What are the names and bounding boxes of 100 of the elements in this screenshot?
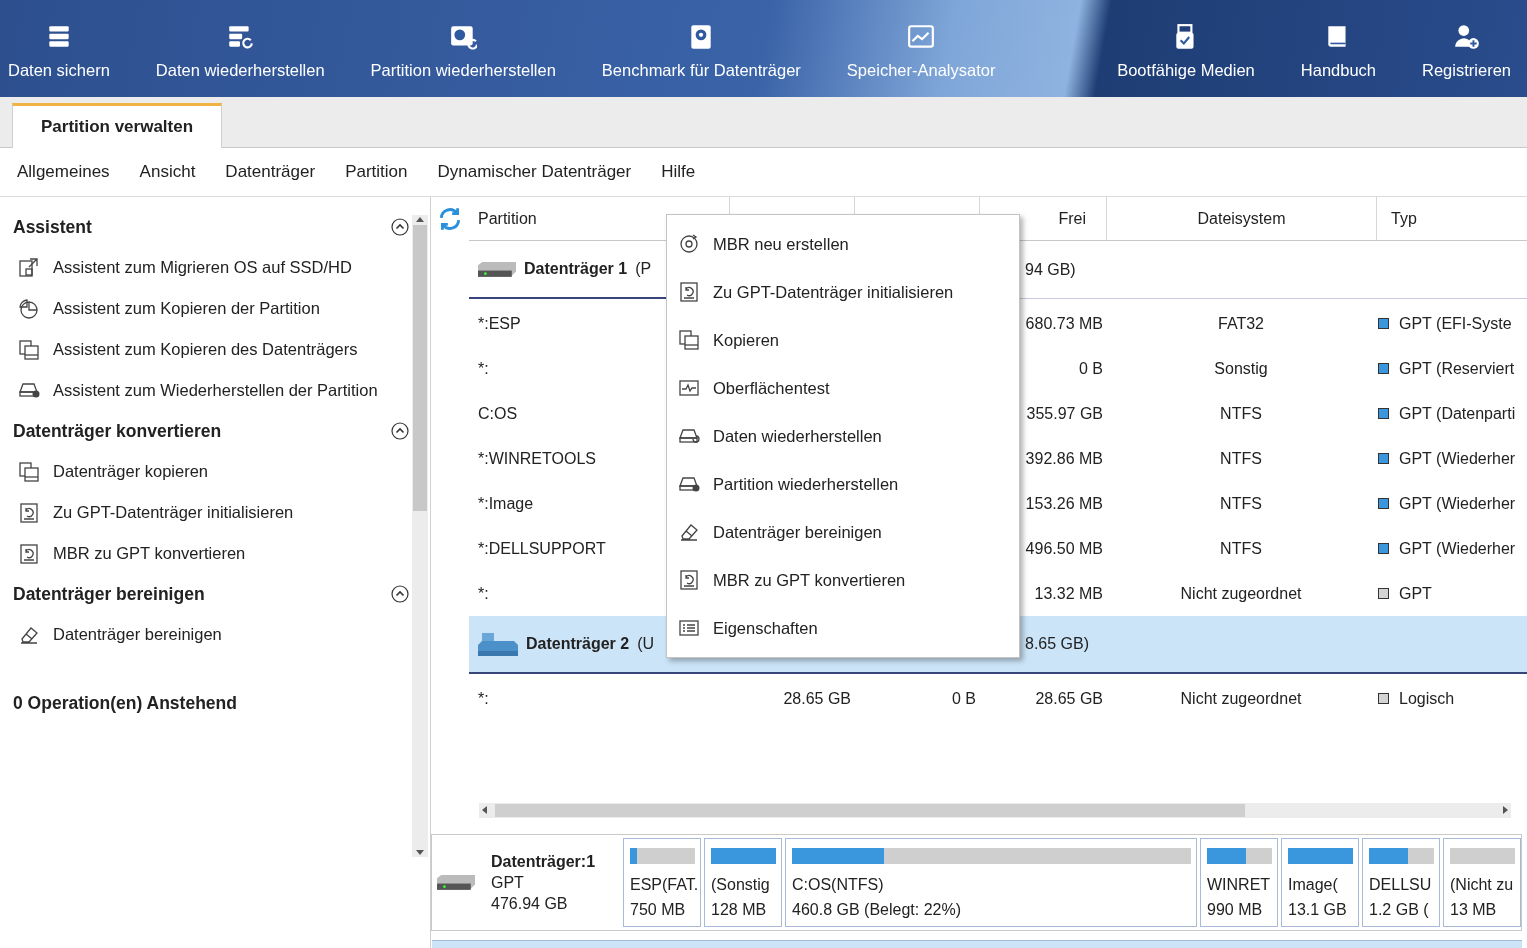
partition-block[interactable]: WINRET 990 MB [1200,838,1278,927]
drive-icon [478,261,516,277]
table-cell: 496.50 MB [1025,539,1103,557]
partition-block[interactable]: (Sonstig 128 MB [704,838,782,927]
table-cell: NTFS [1220,449,1262,467]
sidebar-item[interactable]: Assistent zum Kopieren des Datenträgers [13,329,412,370]
table-cell: Nicht zugeordnet [1180,584,1302,602]
table-cell: *:Image [478,494,534,512]
drive-icon [19,383,40,398]
usage-bar [711,848,776,864]
migrate-icon [17,255,41,280]
table-cell: *: [478,584,489,602]
context-menu-item[interactable]: Partition wiederherstellen [667,460,1019,508]
table-cell: 0 B [1079,359,1103,377]
toolbar-button[interactable]: Handbuch [1294,0,1383,97]
column-header[interactable]: Partition [478,209,537,228]
tab[interactable]: Partition verwalten [12,103,223,148]
scroll-left-icon[interactable] [482,806,487,814]
disk-name[interactable]: Datenträger 2 [526,635,630,653]
sidebar-item[interactable]: Assistent zum Kopieren der Partition [13,288,412,329]
disk-size: 476.94 GB [491,894,569,913]
convert-icon [677,280,701,304]
sidebar-item[interactable]: Assistent zum Wiederherstellen der Partition [13,370,412,411]
scroll-down-icon[interactable] [416,850,424,855]
disk-name[interactable]: Datenträger 1 [524,260,628,278]
context-menu-item[interactable]: MBR zu GPT konvertieren [667,556,1019,604]
drive-icon [679,476,700,492]
context-menu-item[interactable]: Kopieren [667,316,1019,364]
context-menu-item[interactable]: Daten wiederherstellen [667,412,1019,460]
scrollbar[interactable] [412,215,428,857]
menu-item[interactable]: Dynamischer Datenträger [437,162,632,182]
toolbar-button[interactable]: Bootfähige Medien [1111,0,1261,97]
disk-name: Datenträger:1 [491,852,596,871]
menu-item[interactable]: Partition [345,162,408,182]
pending-operations: 0 Operation(en) Anstehend [13,693,238,714]
copy-icon [17,459,41,484]
toolbar-button[interactable]: Benchmark für Datenträger [595,0,807,97]
convert-icon [17,541,41,566]
usage-bar [1207,848,1272,864]
restore-icon [449,23,478,51]
partition-block[interactable]: C:OS(NTFS) 460.8 GB (Belegt: 22%) [785,838,1197,927]
toolbar-button[interactable]: Daten wiederherstellen [149,0,331,97]
sidebar-item[interactable]: Assistent zum Migrieren OS auf SSD/HD [13,247,412,288]
sidebar-item[interactable]: Zu GPT-Datenträger initialisieren [13,492,412,533]
toolbar-button[interactable]: Partition wiederherstellen [364,0,562,97]
context-menu-item[interactable]: Oberflächentest [667,364,1019,412]
context-menu-item[interactable]: Eigenschaften [667,604,1019,652]
menu-item[interactable]: Ansicht [139,162,196,182]
table-cell: NTFS [1220,539,1262,557]
sidebar-item[interactable]: MBR zu GPT konvertieren [13,533,412,574]
context-menu-item[interactable]: Zu GPT-Datenträger initialisieren [667,268,1019,316]
sidebar-item[interactable]: Datenträger kopieren [13,451,412,492]
table-cell: *:WINRETOOLS [478,449,596,467]
context-menu-item[interactable]: MBR neu erstellen [667,220,1019,268]
table-cell: Nicht zugeordnet [1180,689,1302,707]
table-cell: Logisch [1399,689,1455,708]
table-cell: GPT (Datenparti [1399,404,1516,423]
menu-item[interactable]: Datenträger [225,162,316,182]
restore-icon [226,23,255,51]
column-header[interactable]: Frei [1058,209,1086,228]
drive-icon [679,428,700,444]
column-header[interactable]: Typ [1391,209,1417,228]
collapse-icon[interactable] [391,422,409,440]
table-cell: Sonstig [1214,359,1268,377]
copy-icon [17,337,41,362]
menu-item[interactable]: Allgemeines [17,162,110,182]
usb-drive-icon [478,631,518,657]
menu-item[interactable]: Hilfe [661,162,696,182]
partition-block[interactable]: (Nicht zu 13 MB [1443,838,1521,927]
table-cell: GPT [1399,584,1432,603]
toolbar-button[interactable]: Daten sichern [2,0,116,97]
context-menu-item[interactable]: Datenträger bereinigen [667,508,1019,556]
disk-info: (U [637,635,655,653]
table-cell: 392.86 MB [1025,449,1103,467]
table-cell: *:ESP [478,314,521,332]
toolbar-button[interactable]: Registrieren [1416,0,1517,97]
sidebar-item[interactable]: Datenträger bereinigen [13,614,412,655]
chart-icon [907,23,936,51]
usage-bar [630,848,695,864]
table-cell: GPT (Reserviert [1399,359,1515,378]
table-cell: *: [478,689,489,707]
table-cell: GPT (Wiederher [1399,449,1516,468]
convert-icon [677,568,701,592]
partition-block[interactable]: DELLSU 1.2 GB ( [1362,838,1440,927]
scrollbar[interactable] [479,803,1511,818]
partition-block[interactable]: Image( 13.1 GB [1281,838,1359,927]
scroll-right-icon[interactable] [1503,806,1508,814]
collapse-icon[interactable] [391,585,409,603]
refresh-icon[interactable] [437,206,463,232]
scroll-up-icon[interactable] [416,217,424,222]
table-cell: *: [478,359,489,377]
copy-icon [677,328,701,352]
collapse-icon[interactable] [391,218,409,236]
table-cell: 13.32 MB [1034,584,1103,602]
column-header[interactable]: Dateisystem [1197,209,1286,228]
convert-icon [17,500,41,525]
table-cell: 28.65 GB [1035,689,1103,707]
table-cell: C:OS [478,404,518,422]
partition-block[interactable]: ESP(FAT. 750 MB [623,838,701,927]
disk-info: (P [635,260,652,278]
